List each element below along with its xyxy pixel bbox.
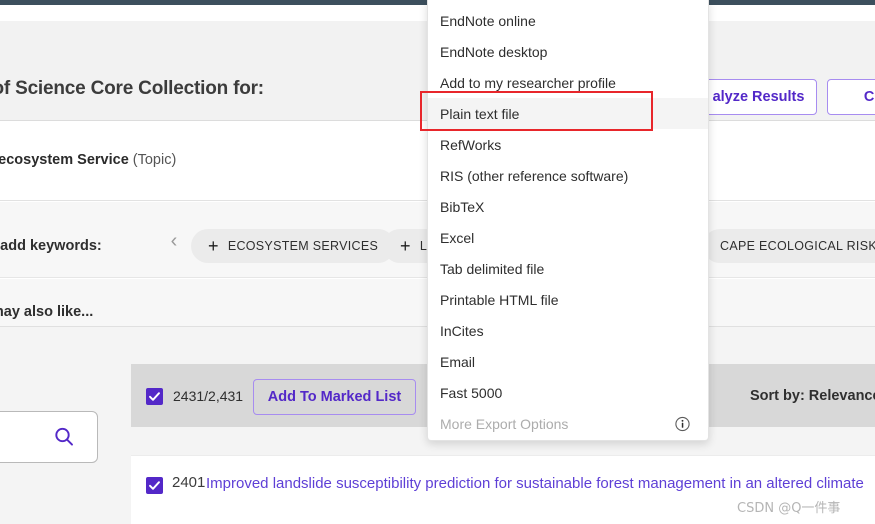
menu-item-excel[interactable]: Excel	[428, 222, 708, 253]
sort-by-dropdown[interactable]: Sort by: Relevance	[750, 388, 875, 404]
menu-item-add-to-researcher-profile[interactable]: Add to my researcher profile	[428, 67, 708, 98]
menu-item-refworks[interactable]: RefWorks	[428, 129, 708, 160]
query-summary: nd ecosystem Service (Topic)	[0, 152, 176, 168]
menu-item-incites[interactable]: InCites	[428, 315, 708, 346]
menu-item-endnote-desktop[interactable]: EndNote desktop	[428, 36, 708, 67]
screen-root: b of Science Core Collection for: alyze …	[0, 0, 875, 524]
keyword-chip-landscape-ecological-risk[interactable]: CAPE ECOLOGICAL RISK ASSE	[703, 229, 875, 263]
citation-report-button[interactable]: Citati	[827, 79, 875, 115]
result-checkbox[interactable]	[146, 477, 163, 494]
menu-item-plain-text-file[interactable]: Plain text file	[428, 98, 708, 129]
search-input[interactable]	[0, 411, 98, 463]
menu-item-more-export-options[interactable]: More Export Options	[428, 408, 708, 439]
result-index: 2401	[172, 474, 206, 491]
chevron-left-icon[interactable]: ‹	[164, 230, 184, 252]
export-dropdown-menu: EndNote online EndNote desktop Add to my…	[427, 0, 709, 441]
select-all-checkbox[interactable]	[146, 388, 163, 405]
menu-item-ris[interactable]: RIS (other reference software)	[428, 160, 708, 191]
menu-item-label: More Export Options	[440, 415, 569, 432]
result-title-link[interactable]: Improved landslide susceptibility predic…	[206, 472, 875, 496]
page-title: b of Science Core Collection for:	[0, 78, 264, 99]
menu-item-tab-delimited-file[interactable]: Tab delimited file	[428, 253, 708, 284]
query-field: (Topic)	[128, 152, 177, 168]
keyword-chip-label: L	[419, 239, 428, 253]
you-may-also-like-label: u may also like...	[0, 304, 94, 320]
analyze-results-button[interactable]: alyze Results	[700, 79, 817, 115]
menu-item-email[interactable]: Email	[428, 346, 708, 377]
plus-icon: +	[208, 236, 219, 256]
selected-count: 2431/2,431	[173, 388, 244, 404]
search-icon[interactable]	[53, 426, 75, 448]
watermark: CSDN @Q一件事	[737, 501, 841, 516]
info-icon[interactable]	[675, 416, 690, 431]
menu-item-endnote-online[interactable]: EndNote online	[428, 5, 708, 36]
query-term: ecosystem Service	[0, 152, 129, 168]
keyword-chip-label: ECOSYSTEM SERVICES	[227, 239, 379, 253]
menu-item-fast-5000[interactable]: Fast 5000	[428, 377, 708, 408]
menu-item-printable-html-file[interactable]: Printable HTML file	[428, 284, 708, 315]
quick-add-keywords-label: ick add keywords:	[0, 238, 102, 254]
menu-item-bibtex[interactable]: BibTeX	[428, 191, 708, 222]
keyword-chip-label: CAPE ECOLOGICAL RISK ASSE	[720, 239, 875, 253]
add-to-marked-list-button[interactable]: Add To Marked List	[253, 379, 416, 415]
plus-icon: +	[400, 236, 411, 256]
keyword-chip-ecosystem-services[interactable]: + ECOSYSTEM SERVICES	[191, 229, 396, 263]
